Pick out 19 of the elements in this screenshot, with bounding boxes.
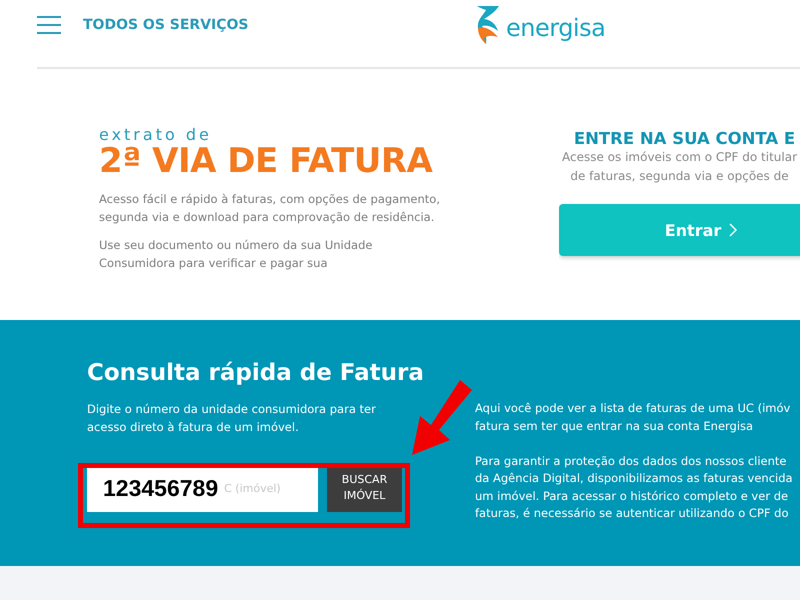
account-text: Acesse os imóveis com o CPF do titular xyxy=(560,149,798,166)
info-text: Aqui você pode ver a lista de faturas de uma UC (imóv xyxy=(475,400,792,417)
info-text: faturas, é necessário se autenticar utilizando o CPF do xyxy=(475,505,790,522)
quick-description: Digite o número da unidade consumidora para ter acesso direto à fatura de um imóvel. xyxy=(87,401,377,436)
chevron-icon xyxy=(729,223,738,237)
info-text: Para garantir a proteção dos dados dos nossos cliente xyxy=(475,452,788,470)
info-text: fatura sem ter que entrar na sua conta Energisa xyxy=(475,418,754,434)
arrow-icon xyxy=(412,380,472,455)
account-text: de faturas, segunda via e opções de xyxy=(569,168,790,185)
hero-title: 2ª VIA DE FATURA xyxy=(99,144,434,180)
info-text: da Agência Digital, disponibilizamos as faturas vencida xyxy=(475,470,793,487)
quick-title: Consulta rápida de Fatura xyxy=(87,360,425,386)
menu-icon xyxy=(37,16,61,34)
hero-paragraph: Acesso fácil e rápido à faturas, com opções de pagamento, segunda via e download para comprovação de residência. xyxy=(99,190,441,226)
logo-text: energisa xyxy=(506,16,606,40)
account-title: ENTRE NA SUA CONTA E xyxy=(572,129,796,148)
hero-paragraph: Use seu documento ou número da sua Unidade Consumidora para verificar e pagar sua xyxy=(99,236,374,272)
hero-kicker: extrato de xyxy=(99,125,213,144)
info-text: um imóvel. Para acessar o histórico completo e ver de xyxy=(475,488,790,504)
